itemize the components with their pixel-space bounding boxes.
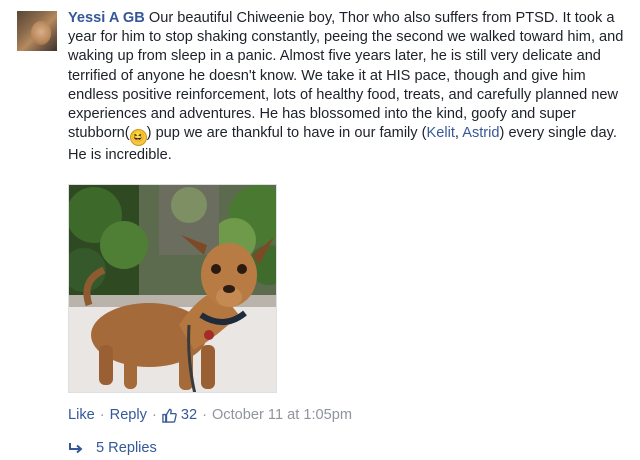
laughing-emoji-icon: 😆 [129,129,147,147]
separator: · [151,407,157,423]
comment-text-part-1: Our beautiful Chiweenie boy, Thor who al… [68,10,624,142]
avatar-face [31,21,51,45]
comment-author[interactable]: Yessi A GB [68,10,145,26]
timestamp[interactable]: October 11 at 1:05pm [212,407,352,423]
comment-body: Yessi A GB Our beautiful Chiweenie boy, … [68,9,628,165]
dog-photo-illustration [69,185,276,392]
tag-kelit[interactable]: Kelit [427,125,455,141]
like-count[interactable]: 32 [162,407,197,423]
like-count-value: 32 [180,407,198,423]
separator: · [99,407,105,423]
view-replies[interactable]: 5 Replies [68,440,157,456]
avatar[interactable] [17,11,57,51]
reply-arrow-icon [69,443,83,454]
reply-link[interactable]: Reply [110,407,147,423]
comment-text-part-2: ) pup we are thankful to have in our fam… [146,125,427,142]
comment-actions: Like · Reply · 32 · October 11 at 1:05pm [68,407,352,423]
replies-label: 5 Replies [96,440,157,456]
separator: · [202,407,207,423]
tag-astrid[interactable]: Astrid [462,125,499,141]
like-link[interactable]: Like [68,407,95,423]
thumbs-up-icon [162,408,177,423]
dog-photo[interactable] [68,184,277,393]
